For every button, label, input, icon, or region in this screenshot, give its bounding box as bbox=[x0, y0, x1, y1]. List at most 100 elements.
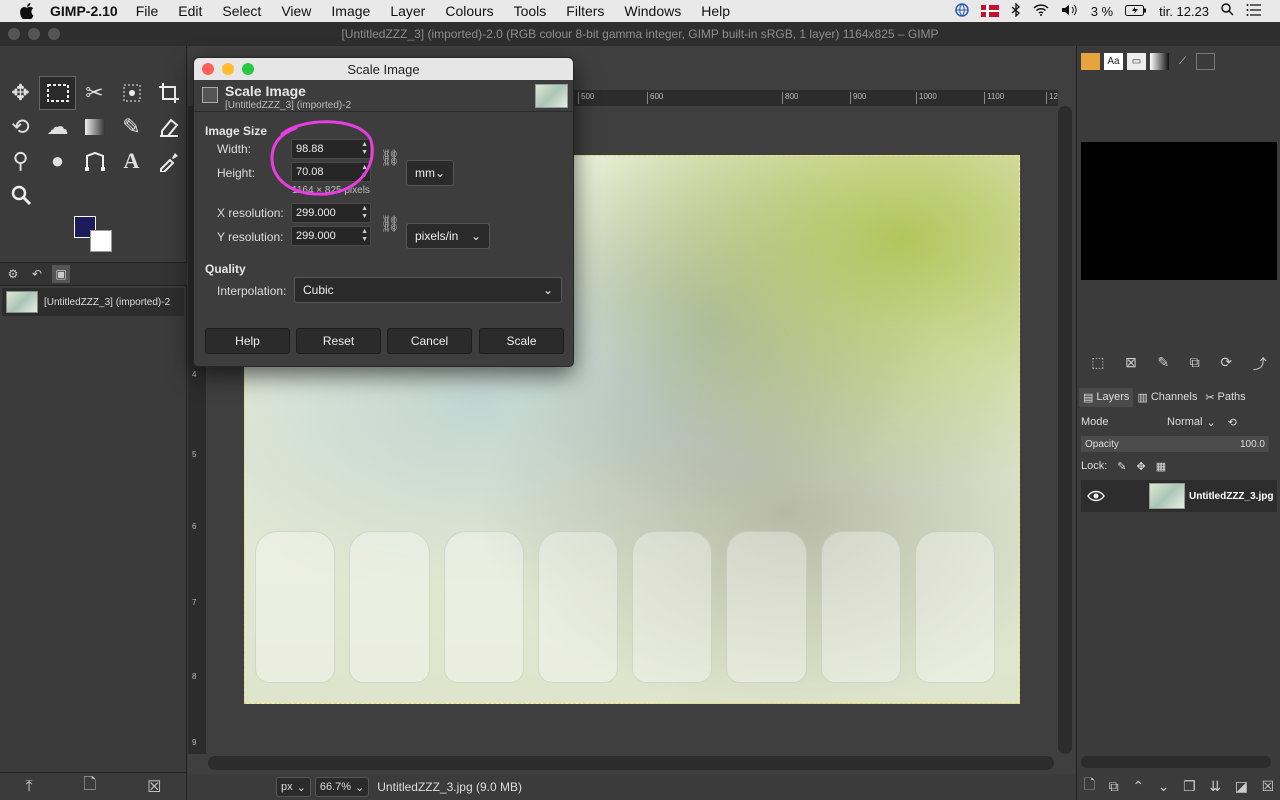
apple-icon[interactable] bbox=[20, 3, 36, 19]
xres-stepper[interactable]: ▲ ▼ bbox=[361, 205, 368, 221]
smudge-icon[interactable]: ● bbox=[39, 144, 76, 178]
move-icon[interactable]: ✥ bbox=[2, 76, 39, 110]
menu-view[interactable]: View bbox=[281, 3, 311, 19]
lock-pixels-icon[interactable]: ✎ bbox=[1117, 460, 1126, 473]
raise-image-icon[interactable]: ⤒ bbox=[25, 778, 32, 796]
minimize-window-button[interactable] bbox=[28, 28, 40, 40]
chain-link-icon[interactable]: ⛓ bbox=[380, 148, 400, 168]
interpolation-select[interactable]: Cubic ⌄ bbox=[294, 277, 562, 303]
scissors-icon[interactable]: ✂ bbox=[76, 76, 113, 110]
gradient-icon[interactable] bbox=[76, 110, 113, 144]
select-icon[interactable]: ⬚ bbox=[1091, 354, 1104, 376]
rect-select-icon[interactable] bbox=[39, 76, 76, 110]
undo-history-tab-icon[interactable]: ↶ bbox=[28, 265, 46, 283]
mode-reset-icon[interactable]: ⟲ bbox=[1228, 416, 1237, 429]
tab-paths[interactable]: ✂ Paths bbox=[1201, 388, 1249, 407]
res-unit-select[interactable]: pixels/in ⌄ bbox=[406, 223, 490, 249]
tool-options-tab-icon[interactable]: ⚙ bbox=[4, 265, 22, 283]
eraser-icon[interactable] bbox=[150, 110, 187, 144]
delete-image-icon[interactable]: ☒ bbox=[147, 777, 161, 797]
lower-layer-icon[interactable]: ⌄ bbox=[1158, 778, 1170, 795]
res-chain-link-icon[interactable]: ⛓ bbox=[380, 214, 400, 234]
mask-layer-icon[interactable]: ◪ bbox=[1235, 778, 1248, 795]
menu-filters[interactable]: Filters bbox=[566, 3, 604, 19]
dialog-minimize-button[interactable] bbox=[222, 63, 234, 75]
paint-dynamics-tab-icon[interactable]: ⟋ bbox=[1173, 53, 1192, 70]
edit-icon[interactable]: ✎ bbox=[1157, 354, 1169, 376]
tool-presets-tab-icon[interactable] bbox=[1196, 52, 1215, 70]
zoom-window-button[interactable] bbox=[48, 28, 60, 40]
lock-alpha-icon[interactable]: ▦ bbox=[1156, 460, 1166, 473]
delete-icon[interactable]: ⊠ bbox=[1125, 354, 1137, 376]
opacity-slider[interactable]: Opacity 100.0 bbox=[1081, 436, 1269, 452]
color-picker-icon[interactable] bbox=[150, 144, 187, 178]
mode-select[interactable]: Normal ⌄ bbox=[1167, 416, 1216, 429]
menu-colours[interactable]: Colours bbox=[445, 3, 493, 19]
layer-row[interactable]: UntitledZZZ_3.jpg bbox=[1081, 480, 1277, 512]
new-layer-icon[interactable]: 🗋 bbox=[1084, 774, 1095, 798]
yres-input[interactable]: 299.000 ▲ ▼ bbox=[291, 226, 371, 246]
tab-layers[interactable]: ▤ Layers bbox=[1079, 387, 1134, 407]
yres-stepper[interactable]: ▲ ▼ bbox=[361, 228, 368, 244]
refresh-icon[interactable]: ⟳ bbox=[1220, 354, 1232, 376]
images-tab-icon[interactable]: ▣ bbox=[52, 265, 70, 283]
globe-icon[interactable] bbox=[954, 2, 969, 20]
width-stepper[interactable]: ▲ ▼ bbox=[361, 141, 368, 157]
volume-icon[interactable] bbox=[1061, 4, 1079, 19]
menu-windows[interactable]: Windows bbox=[624, 3, 681, 19]
menu-layer[interactable]: Layer bbox=[390, 3, 425, 19]
layers-scrollbar[interactable] bbox=[1081, 756, 1271, 768]
battery-icon[interactable] bbox=[1125, 4, 1147, 19]
app-name-menu[interactable]: GIMP-2.10 bbox=[50, 3, 118, 19]
vertical-scrollbar[interactable] bbox=[1058, 106, 1072, 754]
dialog-zoom-button[interactable] bbox=[242, 63, 254, 75]
raise-layer-icon[interactable]: ⌃ bbox=[1132, 778, 1144, 795]
cancel-button[interactable]: Cancel bbox=[387, 328, 472, 354]
crop-icon[interactable] bbox=[150, 76, 187, 110]
duplicate-layer-icon[interactable]: ❐ bbox=[1183, 778, 1196, 795]
xres-input[interactable]: 299.000 ▲ ▼ bbox=[291, 203, 371, 223]
new-display-icon[interactable]: 🗋 bbox=[83, 773, 96, 800]
clone-icon[interactable]: ⚲ bbox=[2, 144, 39, 178]
zoom-select[interactable]: 66.7% ⌄ bbox=[314, 777, 370, 797]
clock[interactable]: tir. 12.23 bbox=[1159, 4, 1209, 19]
bluetooth-icon[interactable] bbox=[1011, 1, 1021, 20]
menu-help[interactable]: Help bbox=[701, 3, 730, 19]
brushes-tab-icon[interactable] bbox=[1081, 52, 1100, 70]
open-icon[interactable]: ⤴ bbox=[1253, 354, 1267, 376]
scale-button[interactable]: Scale bbox=[479, 328, 564, 354]
menu-tools[interactable]: Tools bbox=[514, 3, 547, 19]
text-icon[interactable]: A bbox=[113, 144, 150, 178]
help-button[interactable]: Help bbox=[205, 328, 290, 354]
tab-channels[interactable]: ▥ Channels bbox=[1133, 388, 1201, 407]
patterns-tab-icon[interactable]: ▭ bbox=[1127, 52, 1146, 70]
gradients-tab-icon[interactable] bbox=[1150, 52, 1169, 70]
keyboard-flag-icon[interactable] bbox=[980, 5, 999, 17]
horizontal-scrollbar[interactable] bbox=[208, 756, 1054, 770]
background-color[interactable] bbox=[90, 230, 112, 252]
warp-icon[interactable]: ☁ bbox=[39, 110, 76, 144]
fg-bg-colors[interactable] bbox=[72, 216, 118, 256]
notification-center-icon[interactable] bbox=[1246, 3, 1262, 19]
menu-edit[interactable]: Edit bbox=[178, 3, 202, 19]
dialog-close-button[interactable] bbox=[202, 63, 214, 75]
duplicate-icon[interactable]: ⧉ bbox=[1190, 354, 1200, 376]
zoom-icon[interactable] bbox=[2, 178, 39, 212]
menu-image[interactable]: Image bbox=[331, 3, 370, 19]
path-icon[interactable] bbox=[76, 144, 113, 178]
delete-layer-icon[interactable]: ☒ bbox=[1262, 778, 1275, 795]
eye-icon[interactable] bbox=[1081, 490, 1111, 502]
reset-button[interactable]: Reset bbox=[296, 328, 381, 354]
battery-percent[interactable]: 3 % bbox=[1091, 4, 1113, 19]
height-stepper[interactable]: ▲ ▼ bbox=[361, 164, 368, 180]
fuzzy-select-icon[interactable] bbox=[113, 76, 150, 110]
width-input[interactable]: 98.88 ▲ ▼ bbox=[291, 139, 371, 159]
wifi-icon[interactable] bbox=[1033, 3, 1049, 19]
pencil-icon[interactable]: ✎ bbox=[113, 110, 150, 144]
lock-position-icon[interactable]: ✥ bbox=[1137, 460, 1146, 473]
height-input[interactable]: 70.08 ▲ ▼ bbox=[291, 162, 371, 182]
size-unit-select[interactable]: mm ⌄ bbox=[406, 160, 454, 186]
menu-select[interactable]: Select bbox=[222, 3, 261, 19]
image-list-item[interactable]: [UntitledZZZ_3] (imported)-2 bbox=[2, 288, 184, 316]
menu-file[interactable]: File bbox=[136, 3, 159, 19]
